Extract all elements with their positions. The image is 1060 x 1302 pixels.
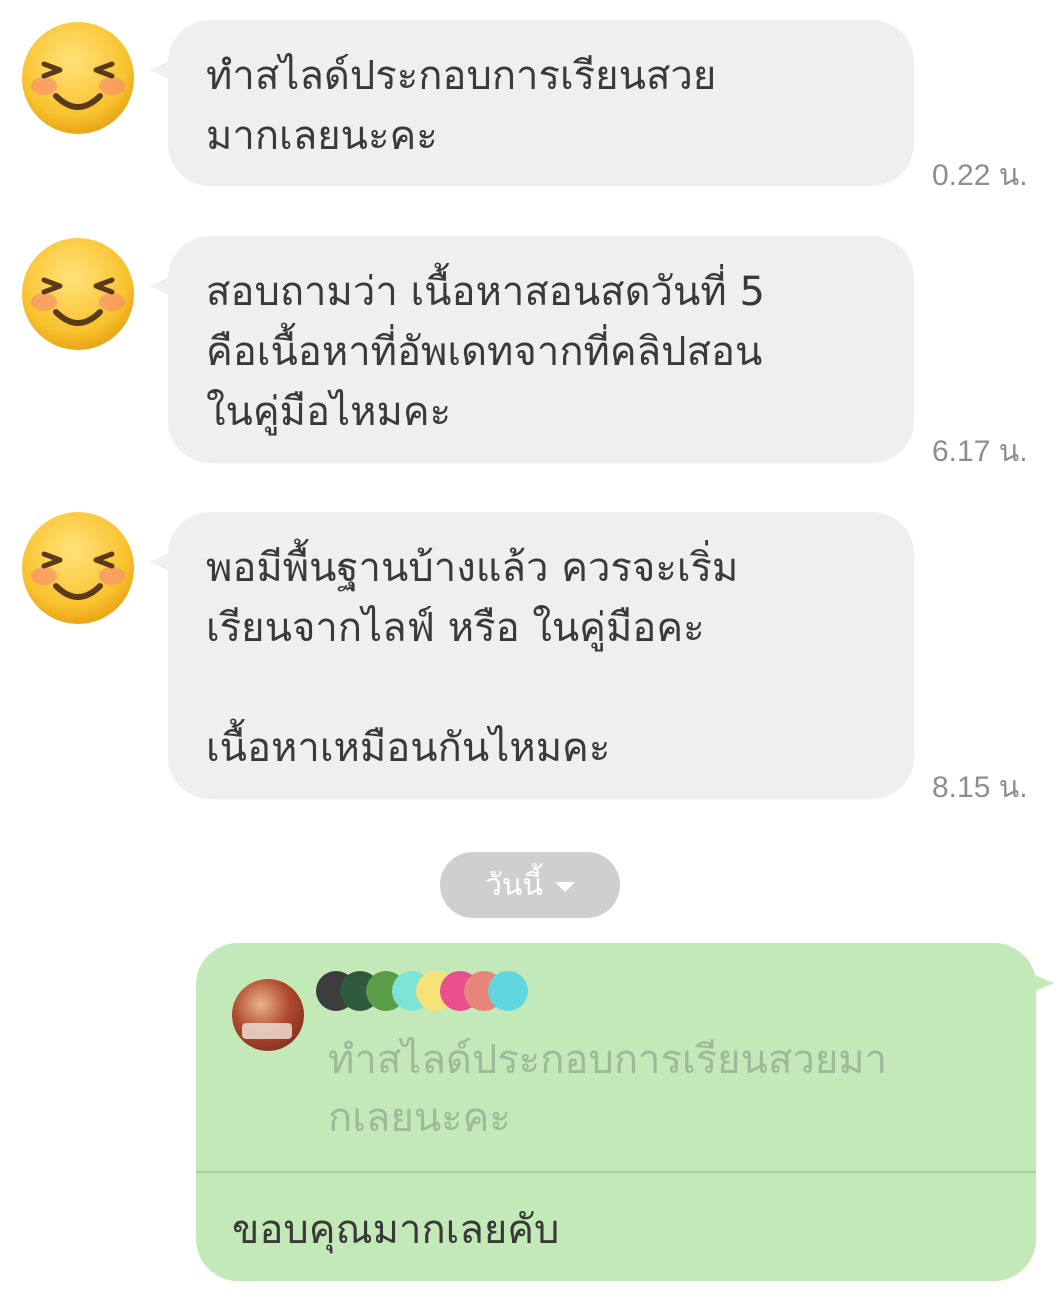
message-time: 0.22 น. [932,159,1028,192]
message-time: 6.17 น. [932,435,1028,468]
message-text: ขอบคุณมากเลยคับ [232,1207,560,1253]
incoming-message-bubble[interactable]: ทำสไลด์ประกอบการเรียนสวย มากเลยนะคะ [150,20,914,186]
chevron-down-icon [554,882,575,892]
quoted-message-text: ทำสไลด์ประกอบการเรียนสวยมา กเลยนะคะ [328,1037,888,1141]
message-text: ทำสไลด์ประกอบการเรียนสวย มากเลยนะคะ [206,53,717,159]
date-separator[interactable]: วันนี้ [440,852,620,918]
smiling-face-emoji-avatar[interactable] [20,510,136,626]
incoming-message-bubble[interactable]: พอมีพื้นฐานบ้างแล้ว ควรจะเริ่ม เรียนจากไ… [150,512,914,799]
divider [196,1171,1036,1173]
avatar [232,979,304,1051]
message-time: 8.15 น. [932,771,1028,804]
message-text: สอบถามว่า เนื้อหาสอนสดวันที่ 5 คือเนื้อห… [206,269,765,435]
redacted-sender-name [316,967,530,1011]
outgoing-message-bubble[interactable]: ทำสไลด์ประกอบการเรียนสวยมา กเลยนะคะ ขอบค… [196,943,1054,1281]
date-separator-label: วันนี้ [485,867,543,903]
incoming-message-bubble[interactable]: สอบถามว่า เนื้อหาสอนสดวันที่ 5 คือเนื้อห… [150,236,914,463]
smiling-face-emoji-avatar[interactable] [20,236,136,352]
smiling-face-emoji-avatar[interactable] [20,20,136,136]
message-text: พอมีพื้นฐานบ้างแล้ว ควรจะเริ่ม เรียนจากไ… [206,545,739,771]
